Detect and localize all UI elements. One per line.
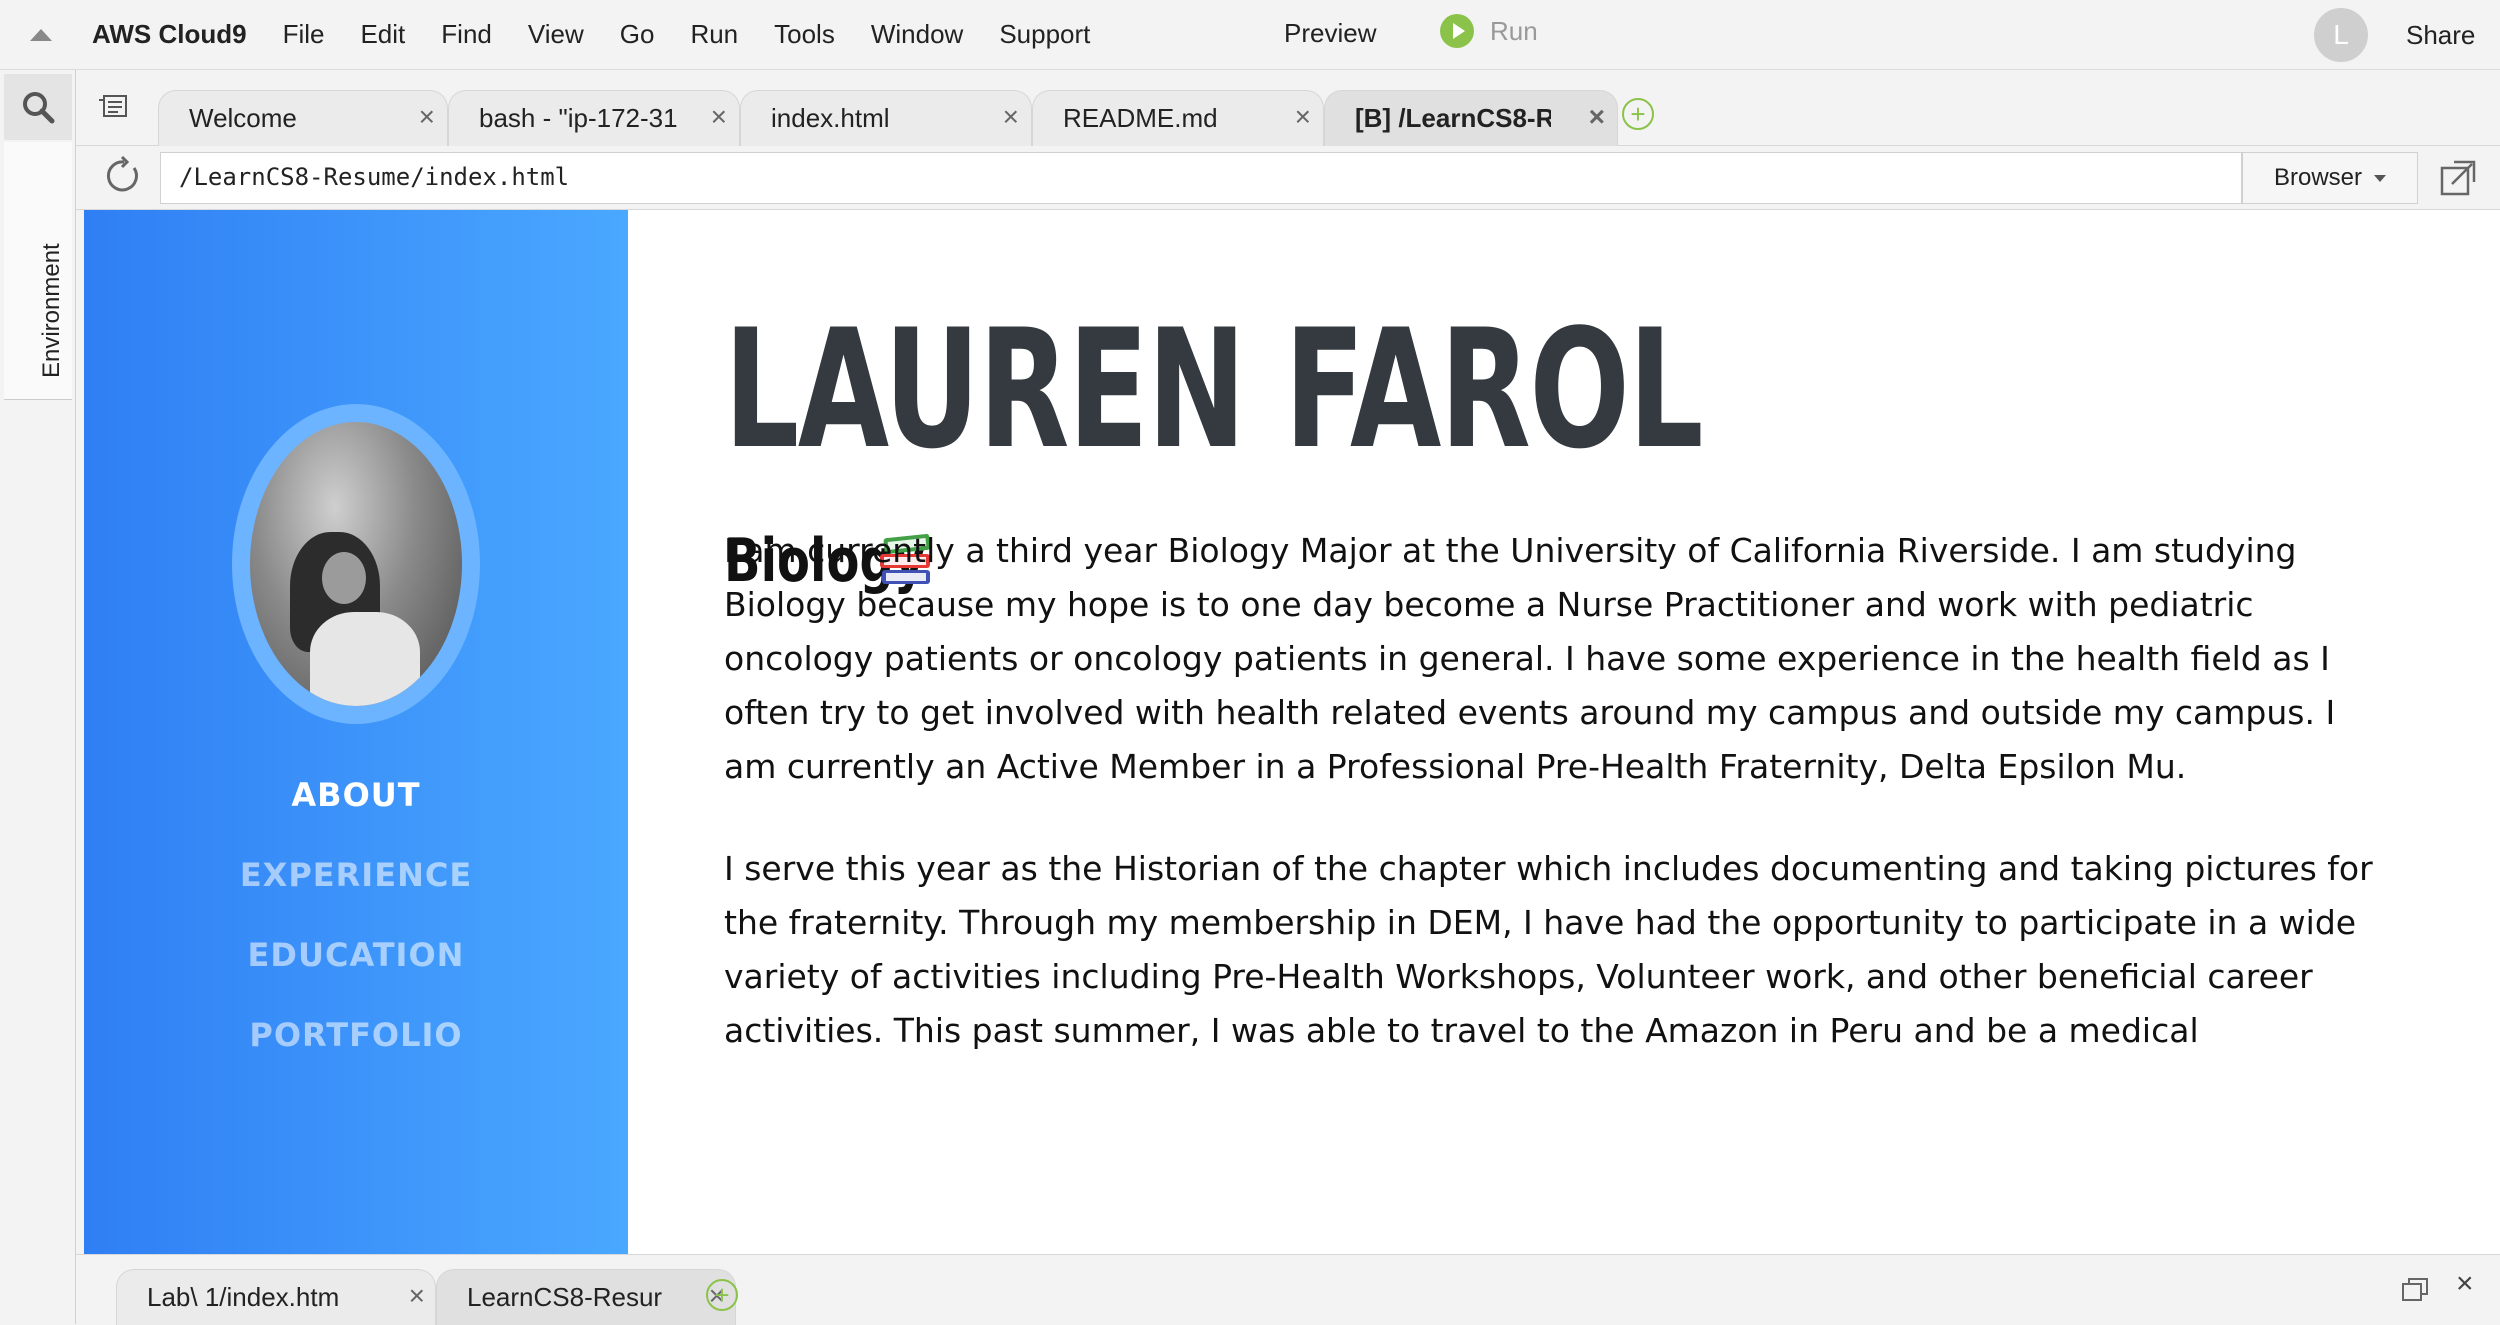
left-panel-bar: Environment: [0, 70, 76, 1324]
menu-view[interactable]: View: [528, 19, 584, 50]
add-tab-icon[interactable]: +: [706, 1279, 738, 1311]
menu-go[interactable]: Go: [620, 19, 655, 50]
play-icon: [1440, 14, 1474, 48]
popout-icon[interactable]: [2438, 158, 2478, 198]
menu-find[interactable]: Find: [441, 19, 492, 50]
close-icon[interactable]: ×: [1003, 101, 1019, 133]
menu-bar: AWS Cloud9 File Edit Find View Go Run To…: [0, 0, 2500, 70]
nav-about[interactable]: ABOUT: [84, 776, 628, 814]
editor-tab-bar: Welcome × bash - "ip-172-31 × index.html…: [76, 70, 2500, 146]
run-button[interactable]: Run: [1440, 14, 1538, 48]
avatar[interactable]: L: [2314, 8, 2368, 62]
nav-portfolio[interactable]: PORTFOLIO: [84, 1016, 628, 1054]
tab-label: bash - "ip-172-31: [479, 103, 678, 133]
tab-label: index.html: [771, 103, 890, 133]
menu-support[interactable]: Support: [999, 19, 1090, 50]
menu-edit[interactable]: Edit: [360, 19, 405, 50]
resume-sidebar: ABOUT EXPERIENCE EDUCATION PORTFOLIO: [84, 210, 628, 1254]
search-button[interactable]: [4, 74, 72, 140]
tab-label: Welcome: [189, 103, 297, 133]
tab-browser-preview[interactable]: [B] /LearnCS8-Re ×: [1324, 90, 1618, 146]
about-paragraph-2: I serve this year as the Historian of th…: [724, 849, 2373, 1050]
tab-readme[interactable]: README.md ×: [1032, 90, 1324, 146]
environment-tab[interactable]: Environment: [4, 142, 72, 400]
tab-label: [B] /LearnCS8-Re: [1355, 103, 1551, 133]
collapse-arrow-icon[interactable]: [30, 28, 52, 41]
menu-window[interactable]: Window: [871, 19, 963, 50]
file-list-icon[interactable]: [98, 94, 128, 120]
chevron-down-icon: [2374, 174, 2387, 182]
menu-run[interactable]: Run: [690, 19, 738, 50]
reload-icon[interactable]: [104, 156, 144, 196]
tab-label: README.md: [1063, 103, 1218, 133]
tab-bash[interactable]: bash - "ip-172-31 ×: [448, 90, 740, 146]
environment-label: Environment: [38, 243, 65, 378]
close-icon[interactable]: ×: [419, 101, 435, 133]
restore-panel-icon[interactable]: [2400, 1275, 2430, 1305]
add-tab-icon[interactable]: +: [1622, 98, 1654, 130]
app-brand: AWS Cloud9: [92, 19, 247, 49]
resume-name: LAUREN FAROL: [724, 294, 1704, 485]
tab-welcome[interactable]: Welcome ×: [158, 90, 448, 146]
close-icon[interactable]: ×: [711, 101, 727, 133]
nav-education[interactable]: EDUCATION: [84, 936, 628, 974]
preview-url-bar: /LearnCS8-Resume/index.html Browser: [76, 146, 2500, 210]
close-panel-icon[interactable]: ×: [2456, 1267, 2474, 1301]
browser-select[interactable]: Browser: [2242, 152, 2418, 204]
close-icon[interactable]: ×: [1295, 101, 1311, 133]
tab-index-html[interactable]: index.html ×: [740, 90, 1032, 146]
bottom-tab-bar: Lab\ 1/index.htm × LearnCS8-Resur × + ×: [76, 1254, 2500, 1325]
tab-label: Lab\ 1/index.htm: [147, 1282, 340, 1312]
url-input[interactable]: /LearnCS8-Resume/index.html: [160, 152, 2242, 204]
nav-experience[interactable]: EXPERIENCE: [84, 856, 628, 894]
tab-label: LearnCS8-Resur: [467, 1282, 663, 1312]
share-button[interactable]: Share: [2406, 20, 2475, 51]
close-icon[interactable]: ×: [1589, 101, 1605, 133]
run-label: Run: [1490, 15, 1538, 46]
profile-photo: [250, 422, 462, 706]
close-icon[interactable]: ×: [409, 1280, 425, 1312]
preview-button[interactable]: Preview: [1284, 18, 1376, 49]
tab-learncs8-resume[interactable]: LearnCS8-Resur ×: [436, 1269, 736, 1325]
menu-file[interactable]: File: [283, 19, 325, 50]
browser-select-label: Browser: [2273, 164, 2363, 191]
about-paragraph-1: I am currently a third year Biology Majo…: [724, 531, 2336, 786]
menu-tools[interactable]: Tools: [774, 19, 835, 50]
search-icon: [23, 92, 55, 124]
tab-lab1-index[interactable]: Lab\ 1/index.htm ×: [116, 1269, 436, 1325]
preview-viewport: ABOUT EXPERIENCE EDUCATION PORTFOLIO LAU…: [84, 210, 2500, 1254]
